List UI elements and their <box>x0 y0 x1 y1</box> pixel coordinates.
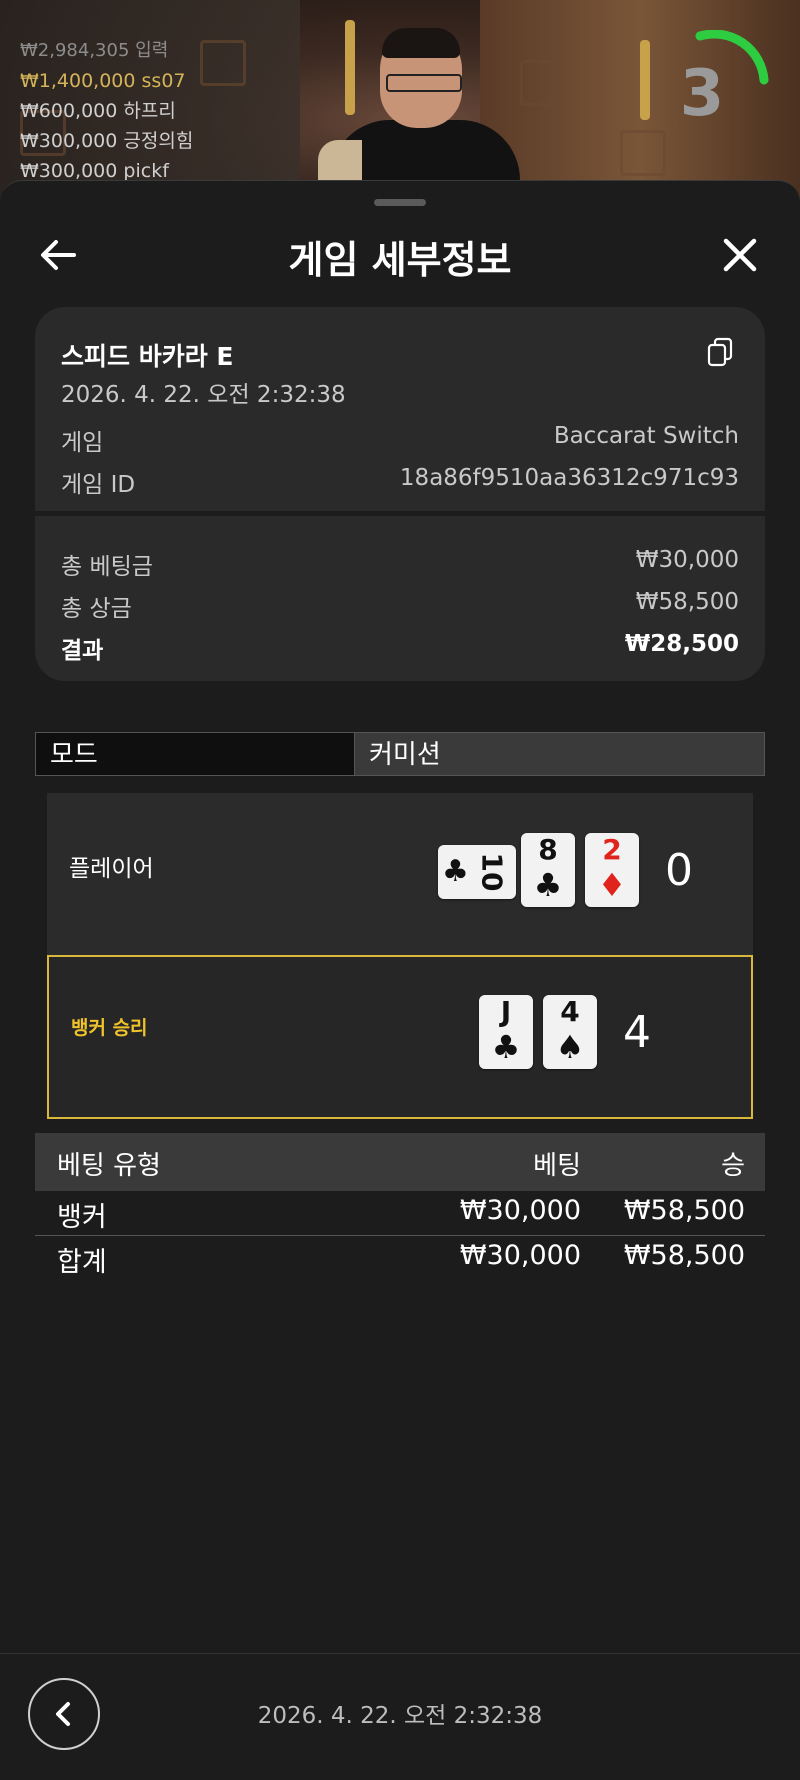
column-header-bet-type: 베팅 유형 <box>57 1151 161 1181</box>
live-video-background: ₩2,984,305 입력 ₩1,400,000 ss07 ₩600,000 하… <box>0 0 800 200</box>
playing-card: ♣ 10 <box>438 845 516 899</box>
card-divider <box>35 511 765 516</box>
leaderboard-row: ₩300,000 긍정의힘 <box>20 126 193 156</box>
close-icon <box>723 238 757 272</box>
total-win-row: 총 상금 ₩58,500 <box>61 589 739 622</box>
leaderboard-row: ₩1,400,000 ss07 <box>20 66 193 96</box>
leaderboard-amount: ₩1,400,000 <box>20 70 136 92</box>
banker-hand: 뱅커 승리 J ♣ 4 ♠ 4 <box>47 955 753 1119</box>
copy-button[interactable] <box>707 337 733 367</box>
win-amount-cell: ₩58,500 <box>623 1240 745 1271</box>
footer-datetime: 2026. 4. 22. 오전 2:32:38 <box>257 1703 543 1729</box>
game-datetime: 2026. 4. 22. 오전 2:32:38 <box>61 382 346 408</box>
card-suit: ♠ <box>555 1028 585 1066</box>
bets-table-header: 베팅 유형 베팅 승 <box>35 1133 765 1191</box>
leaderboard-amount: ₩300,000 <box>20 130 118 152</box>
card-rank: 4 <box>560 995 580 1028</box>
total-win-value: ₩58,500 <box>635 589 739 615</box>
win-amount-cell: ₩58,500 <box>623 1195 745 1226</box>
dealer-glasses <box>386 74 462 92</box>
total-win-label: 총 상금 <box>61 596 132 622</box>
card-rank: J <box>500 995 512 1028</box>
table-row-total: 합계 ₩30,000 ₩58,500 <box>35 1236 765 1280</box>
column-header-bet: 베팅 <box>533 1151 581 1181</box>
game-summary-card: 스피드 바카라 E 2026. 4. 22. 오전 2:32:38 게임 Bac… <box>35 307 765 681</box>
tab-commission[interactable]: 커미션 <box>355 732 765 776</box>
total-bet-row: 총 베팅금 ₩30,000 <box>61 547 739 580</box>
winners-leaderboard: ₩2,984,305 입력 ₩1,400,000 ss07 ₩600,000 하… <box>20 36 193 186</box>
playing-card: 2 ♦ <box>585 833 639 907</box>
game-id-label: 게임 ID <box>61 472 136 498</box>
banker-hand-label: 뱅커 승리 <box>71 1017 148 1039</box>
card-suit: ♣ <box>491 1028 521 1066</box>
sheet-header: 게임 세부정보 <box>0 217 800 293</box>
player-hand: 플레이어 ♣ 10 8 ♣ 2 ♦ 0 <box>47 793 753 957</box>
page-title: 게임 세부정보 <box>288 238 512 282</box>
game-label: 게임 <box>61 430 104 456</box>
card-suit: ♣ <box>442 854 469 889</box>
card-suit: ♣ <box>533 866 563 904</box>
sheet-drag-handle[interactable] <box>374 199 426 206</box>
player-score: 0 <box>665 845 693 896</box>
playing-card: 4 ♠ <box>543 995 597 1069</box>
leaderboard-row: ₩600,000 하프리 <box>20 96 193 126</box>
tassel <box>640 40 650 120</box>
playing-card: J ♣ <box>479 995 533 1069</box>
dealer-hair <box>382 28 460 58</box>
close-button[interactable] <box>720 235 760 275</box>
leaderboard-row: ₩2,984,305 입력 <box>20 36 193 66</box>
result-value: ₩28,500 <box>624 631 739 657</box>
playing-card: 8 ♣ <box>521 833 575 907</box>
bets-table: 베팅 유형 베팅 승 뱅커 ₩30,000 ₩58,500 합계 ₩30,000… <box>35 1133 765 1280</box>
game-id-row: 게임 ID 18a86f9510aa36312c971c93 <box>61 465 739 498</box>
bet-type-cell: 뱅커 <box>57 1202 107 1233</box>
total-bet-value: ₩30,000 <box>635 547 739 573</box>
card-rank: 8 <box>538 833 558 866</box>
bet-amount-cell: ₩30,000 <box>459 1195 581 1226</box>
game-id-value: 18a86f9510aa36312c971c93 <box>399 465 739 491</box>
leaderboard-amount: ₩2,984,305 <box>20 40 130 61</box>
card-rank: 10 <box>475 852 509 892</box>
leaderboard-name: pickf <box>123 160 169 182</box>
lattice-decoration <box>520 60 566 106</box>
countdown-timer-value: 3 <box>679 57 725 131</box>
player-hand-label: 플레이어 <box>69 856 154 882</box>
leaderboard-name: 입력 <box>135 40 169 61</box>
game-value: Baccarat Switch <box>553 423 739 449</box>
lattice-decoration <box>200 40 246 86</box>
game-row: 게임 Baccarat Switch <box>61 423 739 456</box>
bet-amount-cell: ₩30,000 <box>459 1240 581 1271</box>
leaderboard-name: 하프리 <box>123 100 176 122</box>
tassel <box>345 20 355 115</box>
leaderboard-amount: ₩300,000 <box>20 160 118 182</box>
tab-mode[interactable]: 모드 <box>35 732 355 776</box>
leaderboard-name: 긍정의힘 <box>123 130 194 152</box>
game-name: 스피드 바카라 E <box>61 342 234 371</box>
leaderboard-amount: ₩600,000 <box>20 100 118 122</box>
column-header-win: 승 <box>721 1151 745 1181</box>
bet-type-cell: 합계 <box>57 1247 107 1278</box>
total-bet-label: 총 베팅금 <box>61 554 153 580</box>
copy-icon <box>707 337 733 367</box>
result-row: 결과 ₩28,500 <box>61 631 739 664</box>
card-rank: 2 <box>602 833 622 866</box>
table-row: 뱅커 ₩30,000 ₩58,500 <box>35 1191 765 1236</box>
game-details-sheet: 게임 세부정보 스피드 바카라 E 2026. 4. 22. 오전 2:32:3… <box>0 180 800 1780</box>
leaderboard-name: ss07 <box>141 70 186 92</box>
card-suit: ♦ <box>597 866 627 904</box>
view-tabs: 모드 커미션 <box>35 732 765 778</box>
result-label: 결과 <box>61 638 104 664</box>
banker-score: 4 <box>623 1007 651 1058</box>
sheet-footer: 2026. 4. 22. 오전 2:32:38 <box>0 1653 800 1780</box>
